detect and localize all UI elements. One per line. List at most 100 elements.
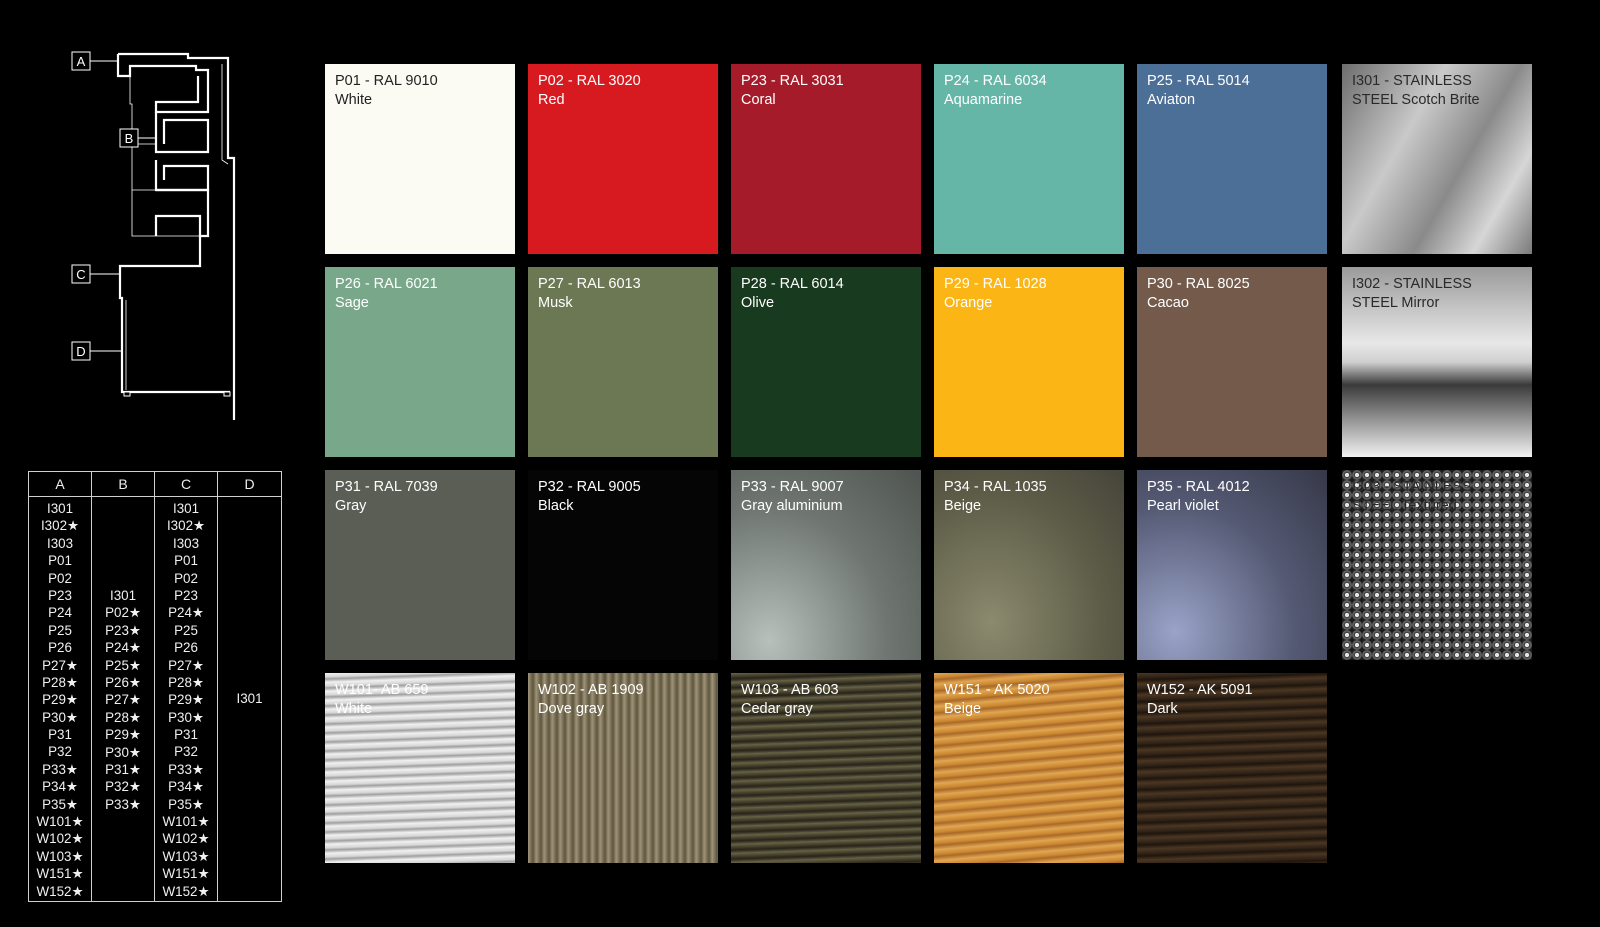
swatch-label: W101- AB 659 White — [335, 681, 429, 719]
table-column-a: A I301 I302★ I303 P01 P02 P23 P24 P25 P26 P27★ P28… — [29, 472, 92, 901]
finish-swatch: P24 - RAL 6034 Aquamarine — [934, 64, 1124, 254]
swatch-code: I303 - STAINLESS — [1352, 479, 1472, 495]
table-cell: P26★ — [105, 674, 141, 690]
swatch-name: Gray — [335, 498, 367, 514]
diagram-label-d: D — [76, 344, 85, 359]
elevation-diagram: A B C D — [60, 40, 260, 420]
swatch-name: STEEL Scotch Brite — [1352, 92, 1480, 108]
column-header-c: C — [180, 476, 192, 492]
finish-swatch: I302 - STAINLESS STEEL Mirror — [1342, 267, 1532, 457]
swatch-code: P28 - RAL 6014 — [741, 276, 844, 292]
swatch-code: P23 - RAL 3031 — [741, 73, 844, 89]
column-header-b: B — [118, 476, 128, 492]
swatch-name: Aviaton — [1147, 92, 1196, 108]
swatch-name: White — [335, 701, 373, 717]
swatch-name: Orange — [944, 295, 993, 311]
swatch-name: Black — [538, 498, 574, 514]
table-cell: W152★ — [162, 883, 210, 899]
swatch-code: P25 - RAL 5014 — [1147, 73, 1250, 89]
swatch-label: I303 - STAINLESS STEEL Textured — [1352, 478, 1472, 516]
table-cell: P02★ — [105, 605, 141, 621]
column-header-d: D — [244, 476, 255, 492]
table-cell: P28★ — [105, 709, 141, 725]
table-cell: P29★ — [168, 692, 204, 708]
swatch-code: P02 - RAL 3020 — [538, 73, 641, 89]
finish-swatch: P32 - RAL 9005 Black — [528, 470, 718, 660]
finish-compatibility-table: A I301 I302★ I303 P01 P02 P23 P24 P25 P26 P27★ P28… — [28, 471, 282, 902]
table-cell: W103★ — [36, 848, 84, 864]
table-cell: P33★ — [42, 761, 78, 777]
swatch-name: STEEL Mirror — [1352, 295, 1440, 311]
table-cell: P27★ — [105, 692, 141, 708]
table-cell: I301 — [236, 691, 263, 706]
swatch-code: P35 - RAL 4012 — [1147, 479, 1250, 495]
swatch-code: I301 - STAINLESS — [1352, 73, 1472, 89]
diagram-label-c: C — [76, 267, 85, 282]
swatch-name: Cedar gray — [741, 701, 813, 717]
table-cell: P31★ — [105, 761, 141, 777]
swatch-name: Red — [538, 92, 565, 108]
swatch-code: P26 - RAL 6021 — [335, 276, 438, 292]
table-cell: P29★ — [42, 692, 78, 708]
swatch-code: P32 - RAL 9005 — [538, 479, 641, 495]
swatch-label: P28 - RAL 6014 Olive — [741, 275, 844, 313]
swatch-code: P24 - RAL 6034 — [944, 73, 1047, 89]
finish-swatch: W103 - AB 603 Cedar gray — [731, 673, 921, 863]
swatch-name: STEEL Textured — [1352, 498, 1457, 514]
swatch-label: P24 - RAL 6034 Aquamarine — [944, 72, 1047, 110]
finish-swatch: I303 - STAINLESS STEEL Textured — [1342, 470, 1532, 660]
swatch-label: P30 - RAL 8025 Cacao — [1147, 275, 1250, 313]
swatch-label: I301 - STAINLESS STEEL Scotch Brite — [1352, 72, 1480, 110]
table-cell: W101★ — [162, 814, 210, 830]
swatch-label: P34 - RAL 1035 Beige — [944, 478, 1047, 516]
swatch-label: P23 - RAL 3031 Coral — [741, 72, 844, 110]
table-cell: P35★ — [168, 796, 204, 812]
column-a-cells: I301 I302★ I303 P01 P02 P23 P24 P25 P26 P27★ P28★ P… — [29, 496, 91, 900]
finish-swatch: W152 - AK 5091 Dark — [1137, 673, 1327, 863]
swatch-label: P25 - RAL 5014 Aviaton — [1147, 72, 1250, 110]
table-cell: P27★ — [168, 657, 204, 673]
swatch-label: W152 - AK 5091 Dark — [1147, 681, 1253, 719]
swatch-name: Dark — [1147, 701, 1178, 717]
swatch-code: P01 - RAL 9010 — [335, 73, 438, 89]
table-cell: P33★ — [105, 796, 141, 812]
swatch-label: P35 - RAL 4012 Pearl violet — [1147, 478, 1250, 516]
swatch-name: White — [335, 92, 373, 108]
table-cell: I302★ — [40, 518, 80, 534]
table-cell: I301 — [109, 588, 137, 603]
finish-swatch: P31 - RAL 7039 Gray — [325, 470, 515, 660]
table-cell: P28★ — [168, 674, 204, 690]
swatch-code: P34 - RAL 1035 — [944, 479, 1047, 495]
table-cell: P35★ — [42, 796, 78, 812]
swatch-label: W151 - AK 5020 Beige — [944, 681, 1050, 719]
table-cell: P26 — [174, 640, 198, 656]
table-cell: I301 — [172, 501, 200, 516]
table-cell: P32 — [48, 744, 72, 760]
table-cell: P32★ — [105, 779, 141, 795]
table-column-c: C I301 I302★ I303 P01 P02 P23 P24★ P25 P26 P27★ P2… — [155, 472, 218, 901]
table-cell: P31 — [174, 727, 198, 743]
diagram-label-a: A — [77, 54, 86, 69]
table-cell: W103★ — [162, 848, 210, 864]
swatch-code: P33 - RAL 9007 — [741, 479, 844, 495]
table-cell: P02 — [174, 570, 198, 586]
swatch-code: W151 - AK 5020 — [944, 682, 1050, 698]
cabinet-outline-diagram: A B C D — [71, 51, 236, 420]
swatch-label: W103 - AB 603 Cedar gray — [741, 681, 839, 719]
finish-swatch: P27 - RAL 6013 Musk — [528, 267, 718, 457]
swatch-label: I302 - STAINLESS STEEL Mirror — [1352, 275, 1472, 313]
swatch-label: W102 - AB 1909 Dove gray — [538, 681, 644, 719]
finish-swatch: W151 - AK 5020 Beige — [934, 673, 1124, 863]
swatch-label: P33 - RAL 9007 Gray aluminium — [741, 478, 844, 516]
table-cell: W102★ — [162, 831, 210, 847]
finish-swatch: P34 - RAL 1035 Beige — [934, 470, 1124, 660]
column-c-cells: I301 I302★ I303 P01 P02 P23 P24★ P25 P26 P27★ P28★… — [155, 496, 217, 900]
table-cell: P23 — [174, 587, 198, 603]
table-cell: I303 — [46, 535, 74, 551]
swatch-name: Pearl violet — [1147, 498, 1219, 514]
swatch-label: P26 - RAL 6021 Sage — [335, 275, 438, 313]
table-cell: P30★ — [105, 744, 141, 760]
table-cell: P23 — [48, 587, 72, 603]
finish-swatch: P23 - RAL 3031 Coral — [731, 64, 921, 254]
table-cell: P25★ — [105, 657, 141, 673]
